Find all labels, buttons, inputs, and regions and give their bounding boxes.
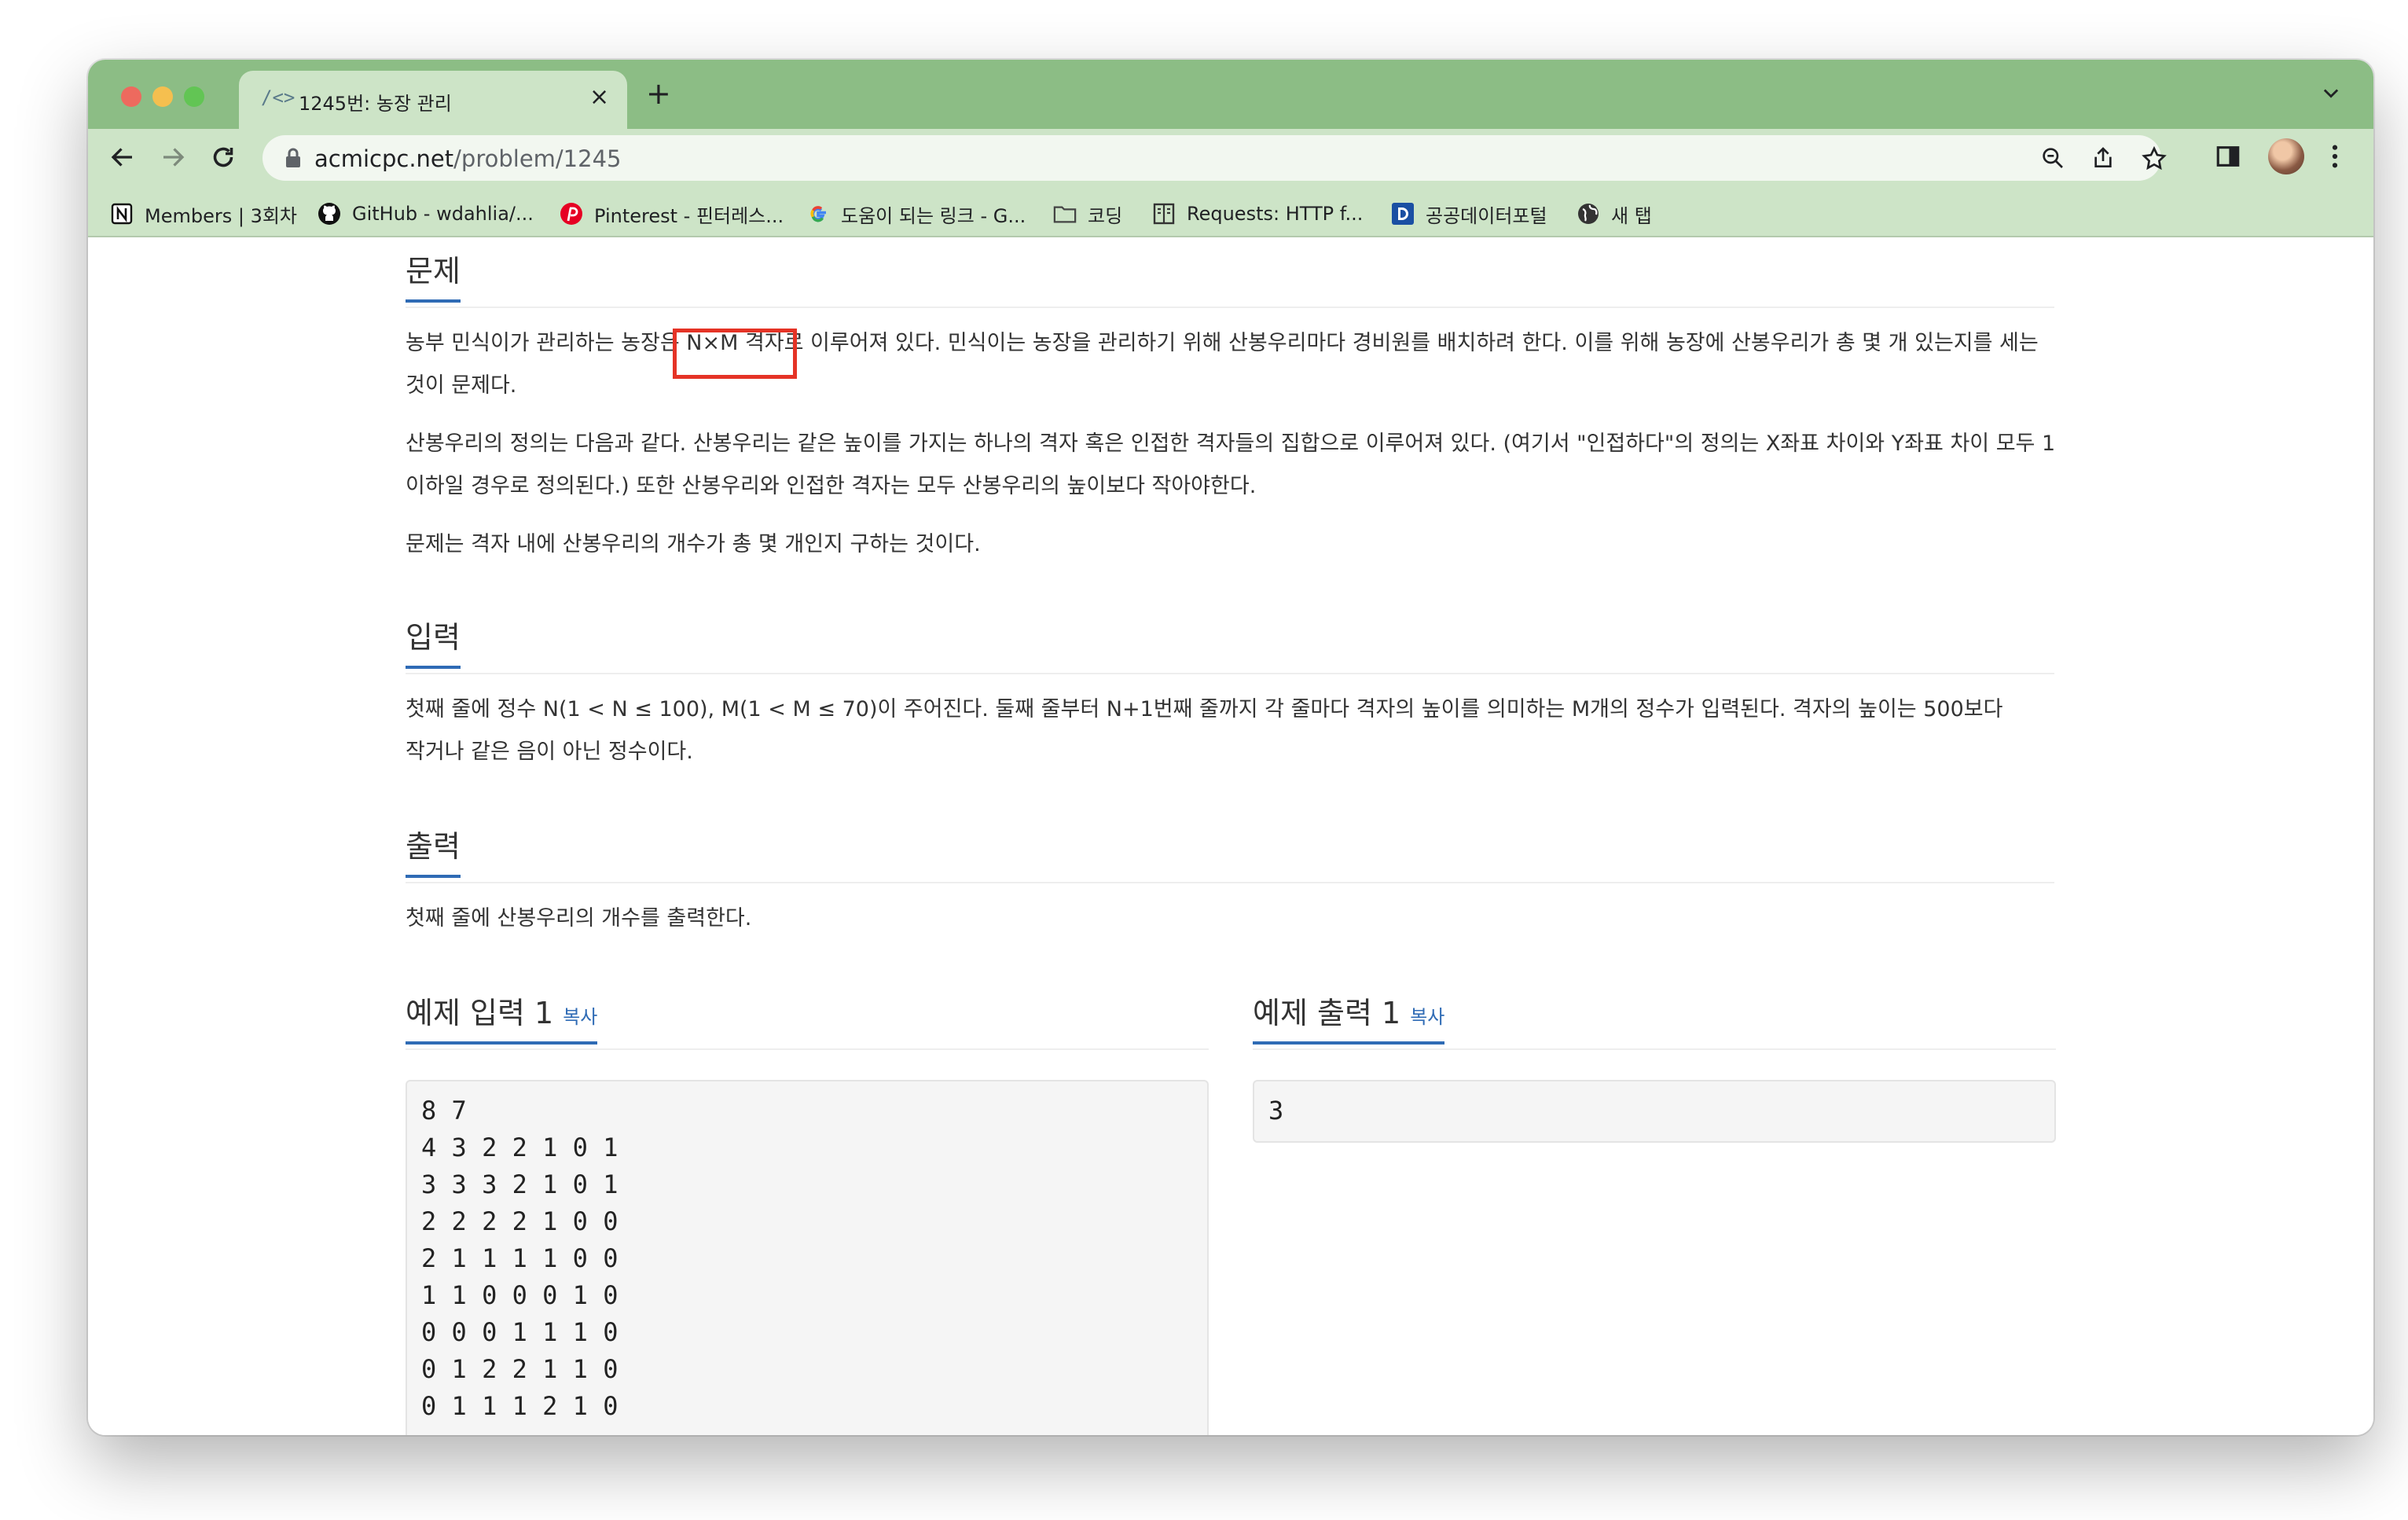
problem-description-1: 농부 민식이가 관리하는 농장은 N×M 격자로 이루어져 있다. 민식이는 농… — [406, 331, 2039, 398]
bookmark-members[interactable]: Members | 3회차 — [110, 198, 297, 229]
folder-icon — [1053, 202, 1077, 226]
bookmark-new-tab[interactable]: 새 탭 — [1577, 198, 1652, 229]
url-text[interactable]: acmicpc.net/problem/1245 — [314, 145, 621, 172]
bookmark-google[interactable]: 도움이 되는 링크 - G... — [806, 198, 1026, 229]
sample-output-header: 예제 출력 1 복사 — [1253, 989, 2056, 1050]
sample-output-heading: 예제 출력 1 복사 — [1253, 989, 1445, 1045]
zoom-window-button[interactable] — [184, 86, 204, 107]
output-heading: 출력 — [406, 822, 461, 878]
problem-heading: 문제 — [406, 247, 461, 303]
notion-icon — [110, 202, 134, 226]
tab-active[interactable]: /<> 1245번: 농장 관리 × — [239, 71, 627, 129]
code-icon: /<> — [261, 86, 295, 108]
sample-input-heading: 예제 입력 1 복사 — [406, 989, 598, 1045]
tab-strip: /<> 1245번: 농장 관리 × + — [88, 60, 2373, 129]
pinterest-icon — [560, 202, 583, 226]
output-section-header: 출력 — [406, 822, 2054, 883]
profile-avatar[interactable] — [2268, 138, 2304, 174]
sample-input-box[interactable]: 8 7 4 3 2 2 1 0 1 3 3 3 2 1 0 1 2 2 2 2 … — [406, 1080, 1209, 1435]
bookmark-folder-coding[interactable]: 코딩 — [1053, 198, 1122, 229]
more-menu-icon[interactable] — [2329, 143, 2340, 170]
sample-output-box[interactable]: 3 — [1253, 1080, 2056, 1143]
copy-sample-output-link[interactable]: 복사 — [1410, 1006, 1444, 1028]
problem-page: 문제 농부 민식이가 관리하는 농장은 N×M 격자로 이루어져 있다. 민식이… — [88, 237, 2373, 1435]
back-arrow-icon[interactable] — [108, 143, 137, 171]
close-tab-icon[interactable]: × — [589, 83, 609, 111]
google-icon — [806, 202, 830, 226]
bookmark-data-portal[interactable]: 공공데이터포털 — [1391, 198, 1547, 229]
globe-icon — [1577, 202, 1600, 226]
output-description: 첫째 줄에 산봉우리의 개수를 출력한다. — [406, 906, 752, 931]
bookmark-requests[interactable]: Requests: HTTP f... — [1152, 198, 1363, 229]
forward-arrow-icon[interactable] — [159, 143, 187, 171]
book-icon — [1152, 202, 1176, 226]
browser-toolbar: acmicpc.net/problem/1245 Members | 3회차 G… — [88, 129, 2373, 237]
bookmark-pinterest[interactable]: Pinterest - 핀터레스... — [560, 198, 784, 229]
zoom-icon[interactable] — [2040, 145, 2065, 171]
bookmarks-bar: Members | 3회차 GitHub - wdahlia/... Pinte… — [88, 192, 2373, 236]
star-icon[interactable] — [2141, 145, 2168, 172]
reload-icon[interactable] — [209, 143, 237, 171]
problem-description-2: 산봉우리의 정의는 다음과 같다. 산봉우리는 같은 높이를 가지는 하나의 격… — [406, 431, 2056, 498]
close-window-button[interactable] — [121, 86, 141, 107]
side-panel-icon[interactable] — [2215, 143, 2241, 170]
data-portal-icon — [1391, 202, 1415, 226]
problem-section-header: 문제 — [406, 247, 2054, 308]
problem-description-3: 문제는 격자 내에 산봉우리의 개수가 총 몇 개인지 구하는 것이다. — [406, 532, 981, 556]
highlight-annotation-box — [673, 329, 797, 379]
new-tab-button[interactable]: + — [646, 79, 671, 108]
sample-input-header: 예제 입력 1 복사 — [406, 989, 1209, 1050]
address-bar[interactable]: acmicpc.net/problem/1245 — [262, 135, 2167, 181]
chevron-down-icon[interactable] — [2320, 82, 2342, 104]
input-section-header: 입력 — [406, 613, 2054, 674]
bookmark-github[interactable]: GitHub - wdahlia/... — [318, 198, 534, 229]
share-icon[interactable] — [2090, 145, 2116, 171]
tab-title: 1245번: 농장 관리 — [299, 93, 452, 115]
lock-icon[interactable] — [284, 148, 302, 168]
input-description: 첫째 줄에 정수 N(1 < N ≤ 100), M(1 < M ≤ 70)이 … — [406, 697, 2003, 764]
copy-sample-input-link[interactable]: 복사 — [563, 1006, 597, 1028]
github-icon — [318, 202, 341, 226]
browser-window: /<> 1245번: 농장 관리 × + acmicpc.net/problem… — [88, 60, 2373, 1435]
input-heading: 입력 — [406, 613, 461, 669]
minimize-window-button[interactable] — [152, 86, 173, 107]
